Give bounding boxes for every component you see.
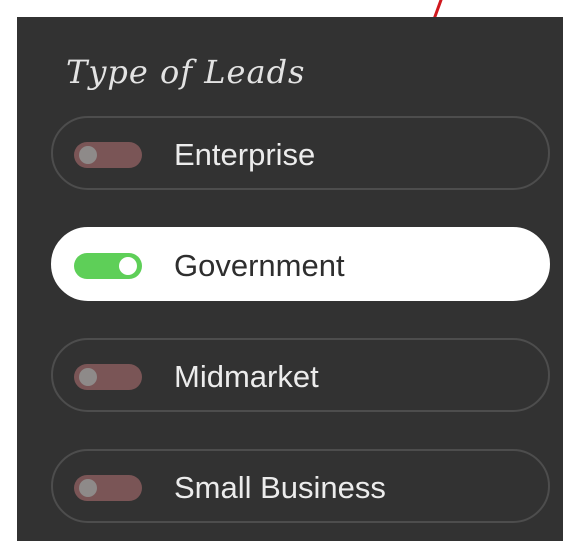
option-label: Small Business (174, 470, 386, 505)
option-small-business[interactable]: Small Business (51, 449, 550, 523)
option-label: Government (174, 248, 345, 283)
filter-title: Type of Leads (66, 53, 306, 91)
toggle-on-icon (74, 253, 142, 279)
toggle-knob (79, 146, 97, 164)
option-midmarket[interactable]: Midmarket (51, 338, 550, 412)
option-label: Enterprise (174, 137, 316, 172)
option-label: Midmarket (174, 359, 319, 394)
toggle-off-icon (74, 142, 142, 168)
toggle-knob (79, 479, 97, 497)
toggle-knob (79, 368, 97, 386)
toggle-knob (119, 257, 137, 275)
option-enterprise[interactable]: Enterprise (51, 116, 550, 190)
option-government[interactable]: Government (51, 227, 550, 301)
toggle-off-icon (74, 364, 142, 390)
toggle-off-icon (74, 475, 142, 501)
